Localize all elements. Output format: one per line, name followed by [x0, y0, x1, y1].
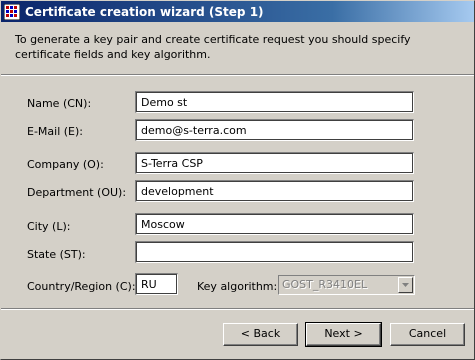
title-bar[interactable]: Certificate creation wizard (Step 1): [1, 1, 474, 22]
email-field[interactable]: demo@s-terra.com: [135, 119, 414, 141]
email-label: E-Mail (E):: [27, 125, 83, 138]
country-label: Country/Region (C):: [27, 280, 136, 293]
country-field[interactable]: RU: [135, 273, 178, 295]
city-field[interactable]: Moscow: [135, 213, 414, 235]
name-label: Name (CN):: [27, 97, 92, 110]
name-field[interactable]: Demo st: [135, 91, 414, 113]
key-algorithm-value: GOST_R3410EL: [282, 278, 368, 291]
certificate-wizard-icon: [3, 3, 21, 20]
company-label: Company (O):: [27, 158, 104, 171]
wizard-header: To generate a key pair and create certif…: [1, 22, 474, 74]
department-field[interactable]: development: [135, 180, 414, 202]
back-button[interactable]: < Back: [223, 323, 298, 346]
next-button[interactable]: Next >: [305, 322, 382, 347]
wizard-window: Certificate creation wizard (Step 1) To …: [0, 0, 475, 360]
cancel-button[interactable]: Cancel: [390, 323, 465, 346]
footer-divider-highlight: [1, 309, 474, 310]
city-label: City (L):: [27, 220, 71, 233]
header-description: To generate a key pair and create certif…: [15, 33, 411, 61]
state-label: State (ST):: [27, 248, 86, 261]
company-field[interactable]: S-Terra CSP: [135, 152, 414, 174]
key-algorithm-select[interactable]: GOST_R3410EL: [278, 275, 415, 295]
header-divider-highlight: [1, 75, 474, 76]
chevron-down-icon[interactable]: [398, 277, 413, 293]
window-title: Certificate creation wizard (Step 1): [25, 4, 264, 19]
key-algorithm-label: Key algorithm:: [197, 280, 278, 293]
department-label: Department (OU):: [27, 186, 127, 199]
state-field[interactable]: [135, 241, 414, 263]
